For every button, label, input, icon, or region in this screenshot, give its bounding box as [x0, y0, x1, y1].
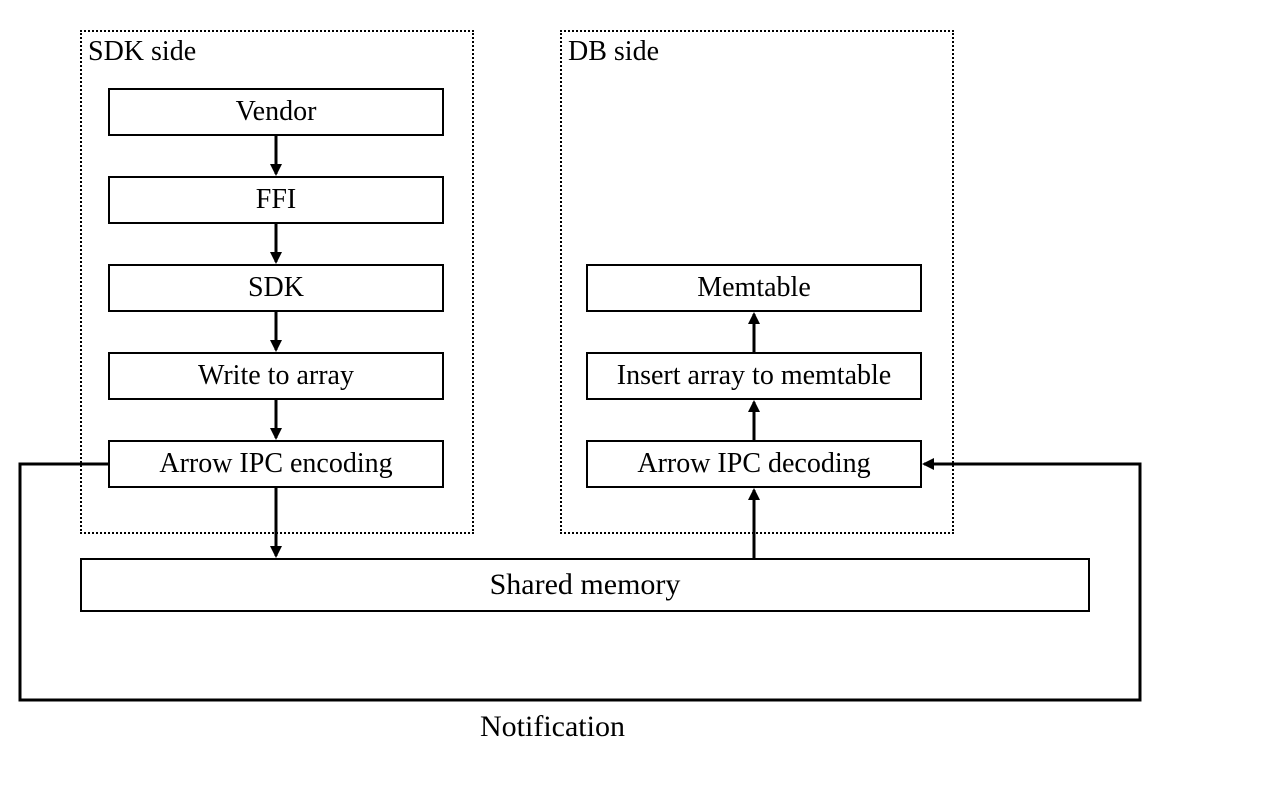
node-ffi: FFI [108, 176, 444, 224]
node-arrow-ipc-encoding: Arrow IPC encoding [108, 440, 444, 488]
node-insert-array-to-memtable: Insert array to memtable [586, 352, 922, 400]
node-memtable: Memtable [586, 264, 922, 312]
group-sdk-side-title: SDK side [88, 36, 196, 68]
node-write-to-array: Write to array [108, 352, 444, 400]
node-sdk: SDK [108, 264, 444, 312]
group-db-side-title: DB side [568, 36, 659, 68]
node-vendor: Vendor [108, 88, 444, 136]
node-shared-memory: Shared memory [80, 558, 1090, 612]
label-notification: Notification [480, 710, 625, 744]
node-arrow-ipc-decoding: Arrow IPC decoding [586, 440, 922, 488]
diagram-stage: SDK side DB side Vendor FFI SDK Write to… [0, 0, 1280, 812]
